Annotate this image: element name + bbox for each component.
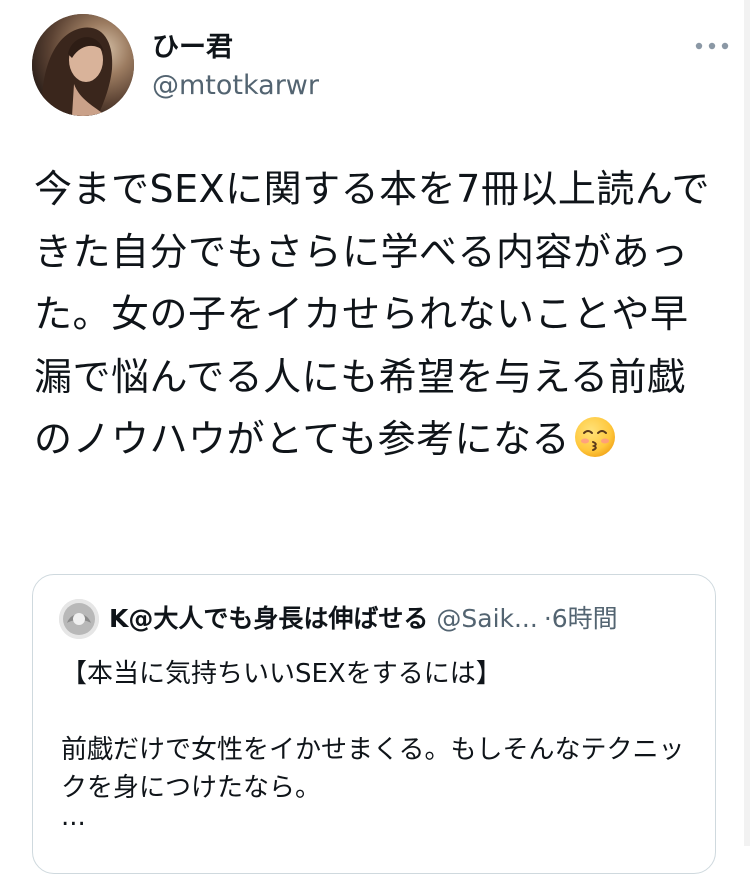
quoted-author-avatar[interactable] (59, 599, 99, 639)
quoted-tweet-header: K@大人でも身長は伸ばせる @Saik... ·6時間 (109, 601, 685, 637)
quoted-blank-line (61, 693, 691, 731)
quoted-time[interactable]: 6時間 (552, 604, 618, 633)
avatar-portrait-image (32, 14, 134, 116)
quoted-separator: · (543, 604, 552, 633)
quoted-ellipsis: ... (61, 802, 86, 832)
quoted-tweet-body: 【本当に気持ちいいSEXをするには】 前戯だけで女性をイかせまくる。もしそんなテ… (61, 655, 691, 832)
author-avatar[interactable] (32, 14, 134, 116)
quoted-line-title: 【本当に気持ちいいSEXをするには】 (61, 659, 502, 689)
tweet-header: ひー君 @mtotkarwr (32, 14, 732, 118)
scroll-edge (744, 0, 750, 846)
quoted-line-body: 前戯だけで女性をイかせまくる。もしそんなテクニックを身につけたなら。 (61, 735, 685, 803)
quoted-author-handle[interactable]: @Saik... (436, 604, 537, 633)
more-horizontal-icon (695, 42, 729, 50)
author-display-name[interactable]: ひー君 (152, 32, 233, 64)
kissing-face-emoji (574, 414, 616, 457)
quoted-avatar-image (59, 599, 99, 639)
quoted-tweet-card[interactable]: K@大人でも身長は伸ばせる @Saik... ·6時間 【本当に気持ちいいSEXをす… (32, 574, 716, 874)
more-options-button[interactable] (692, 34, 732, 58)
quoted-author-name[interactable]: K@大人でも身長は伸ばせる (109, 604, 428, 633)
tweet-body: 今までSEXに関する本を7冊以上読んできた自分でもさらに学べる内容があった。女の… (34, 158, 714, 471)
author-handle[interactable]: @mtotkarwr (152, 70, 319, 102)
